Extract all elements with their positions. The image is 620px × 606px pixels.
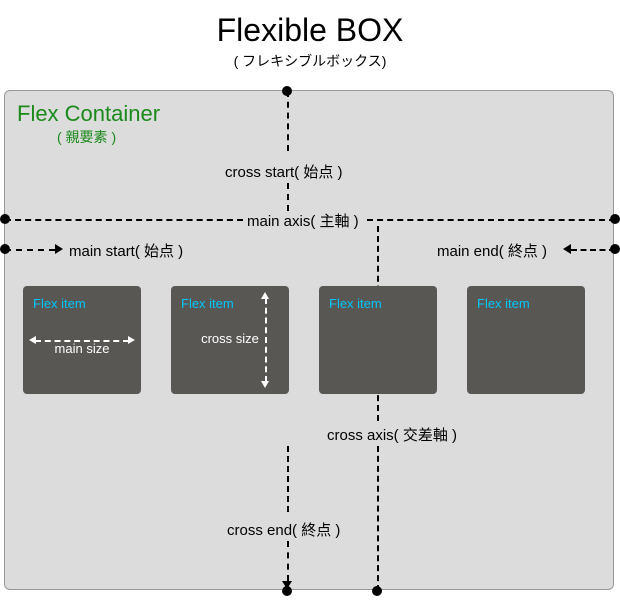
main-axis-dot-right xyxy=(610,214,620,224)
cross-axis-line-mid xyxy=(287,183,289,211)
cross-start-label: cross start( 始点 ) xyxy=(225,161,343,182)
cross-end-line-a xyxy=(287,446,289,512)
cross-axis-dot-bottom xyxy=(372,586,382,596)
main-start-arrow xyxy=(55,244,63,254)
cross-axis-line-3 xyxy=(377,446,379,591)
main-start-line xyxy=(5,249,55,251)
cross-size-arrow-down xyxy=(261,381,269,388)
flex-item-label: Flex item xyxy=(477,296,530,311)
flex-item-label: Flex item xyxy=(181,296,234,311)
flex-item-3: Flex item xyxy=(319,286,437,394)
main-axis-label: main axis( 主軸 ) xyxy=(247,210,359,231)
flex-item-4: Flex item xyxy=(467,286,585,394)
flex-item-label: Flex item xyxy=(33,296,86,311)
main-start-label: main start( 始点 ) xyxy=(69,240,183,261)
diagram-title: Flexible BOX xyxy=(0,0,620,49)
main-end-dot xyxy=(610,244,620,254)
cross-axis-label: cross axis( 交差軸 ) xyxy=(327,424,457,445)
main-size-label: main size xyxy=(33,341,131,356)
flex-items-row: Flex item main size Flex item cross size… xyxy=(23,286,585,394)
main-end-arrow xyxy=(563,244,571,254)
container-subtitle: ( 親要素 ) xyxy=(57,127,116,147)
cross-axis-dot-top xyxy=(282,86,292,96)
flex-item-2: Flex item cross size xyxy=(171,286,289,394)
flex-item-1: Flex item main size xyxy=(23,286,141,394)
cross-end-line-b xyxy=(287,541,289,581)
main-end-label: main end( 終点 ) xyxy=(437,240,547,261)
diagram-subtitle: ( フレキシブルボックス) xyxy=(0,51,620,71)
cross-end-dot xyxy=(282,586,292,596)
main-axis-dot-left xyxy=(0,214,10,224)
container-title: Flex Container xyxy=(17,101,160,127)
main-axis-line-left xyxy=(5,219,243,221)
main-end-line xyxy=(571,249,615,251)
cross-size-line xyxy=(265,298,267,382)
main-size-line xyxy=(35,340,129,342)
cross-axis-line-top xyxy=(287,91,289,151)
flex-container: Flex Container ( 親要素 ) cross start( 始点 )… xyxy=(4,90,614,590)
cross-end-label: cross end( 終点 ) xyxy=(227,519,340,540)
flex-item-label: Flex item xyxy=(329,296,382,311)
main-size-arrow-right xyxy=(128,336,135,344)
main-axis-line-right xyxy=(367,219,615,221)
